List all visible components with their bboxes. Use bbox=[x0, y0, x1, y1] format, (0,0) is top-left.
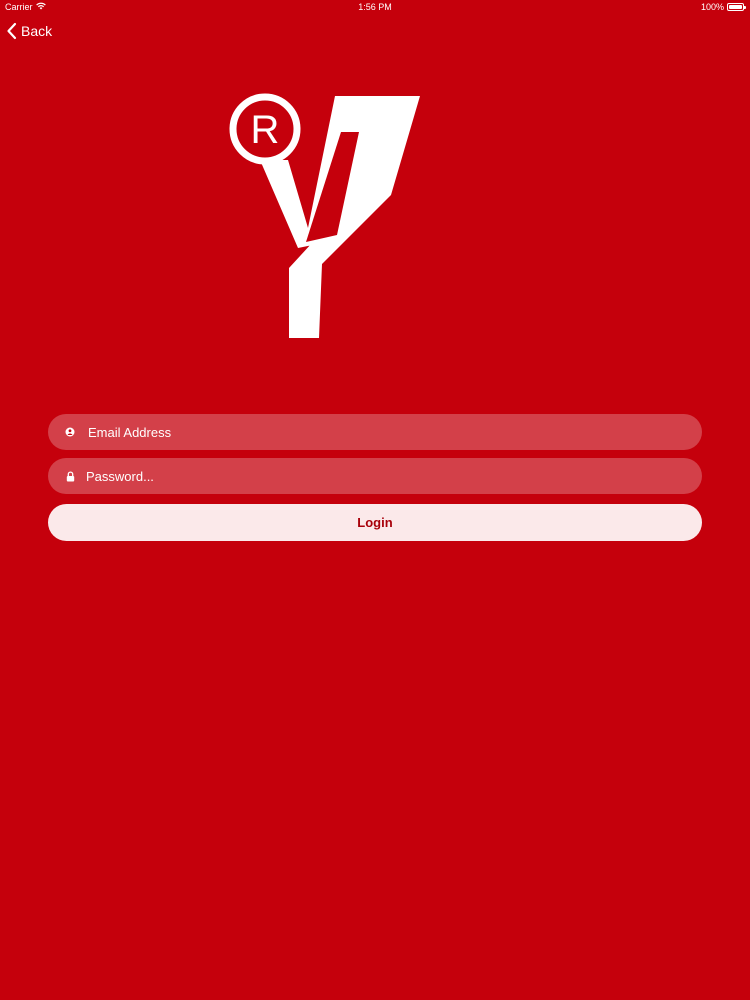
email-input[interactable] bbox=[77, 414, 702, 450]
status-time: 1:56 PM bbox=[358, 2, 392, 12]
lock-icon bbox=[63, 469, 77, 483]
email-field[interactable] bbox=[48, 414, 702, 450]
password-field[interactable] bbox=[48, 458, 702, 494]
battery-icon bbox=[727, 3, 746, 11]
brand-logo: R bbox=[226, 90, 426, 340]
login-screen: Carrier 1:56 PM 100% Back R Email Addres… bbox=[0, 0, 750, 1000]
battery-percent: 100% bbox=[700, 2, 724, 12]
user-icon bbox=[63, 425, 77, 439]
status-right: 100% bbox=[700, 2, 746, 12]
svg-text:R: R bbox=[251, 108, 280, 152]
password-input[interactable] bbox=[77, 458, 702, 494]
chevron-left-icon bbox=[6, 22, 17, 40]
back-button[interactable]: Back bbox=[6, 20, 52, 42]
status-bar: Carrier 1:56 PM 100% bbox=[0, 0, 750, 14]
back-label: Back bbox=[21, 23, 53, 39]
login-button[interactable]: Login bbox=[48, 504, 702, 541]
